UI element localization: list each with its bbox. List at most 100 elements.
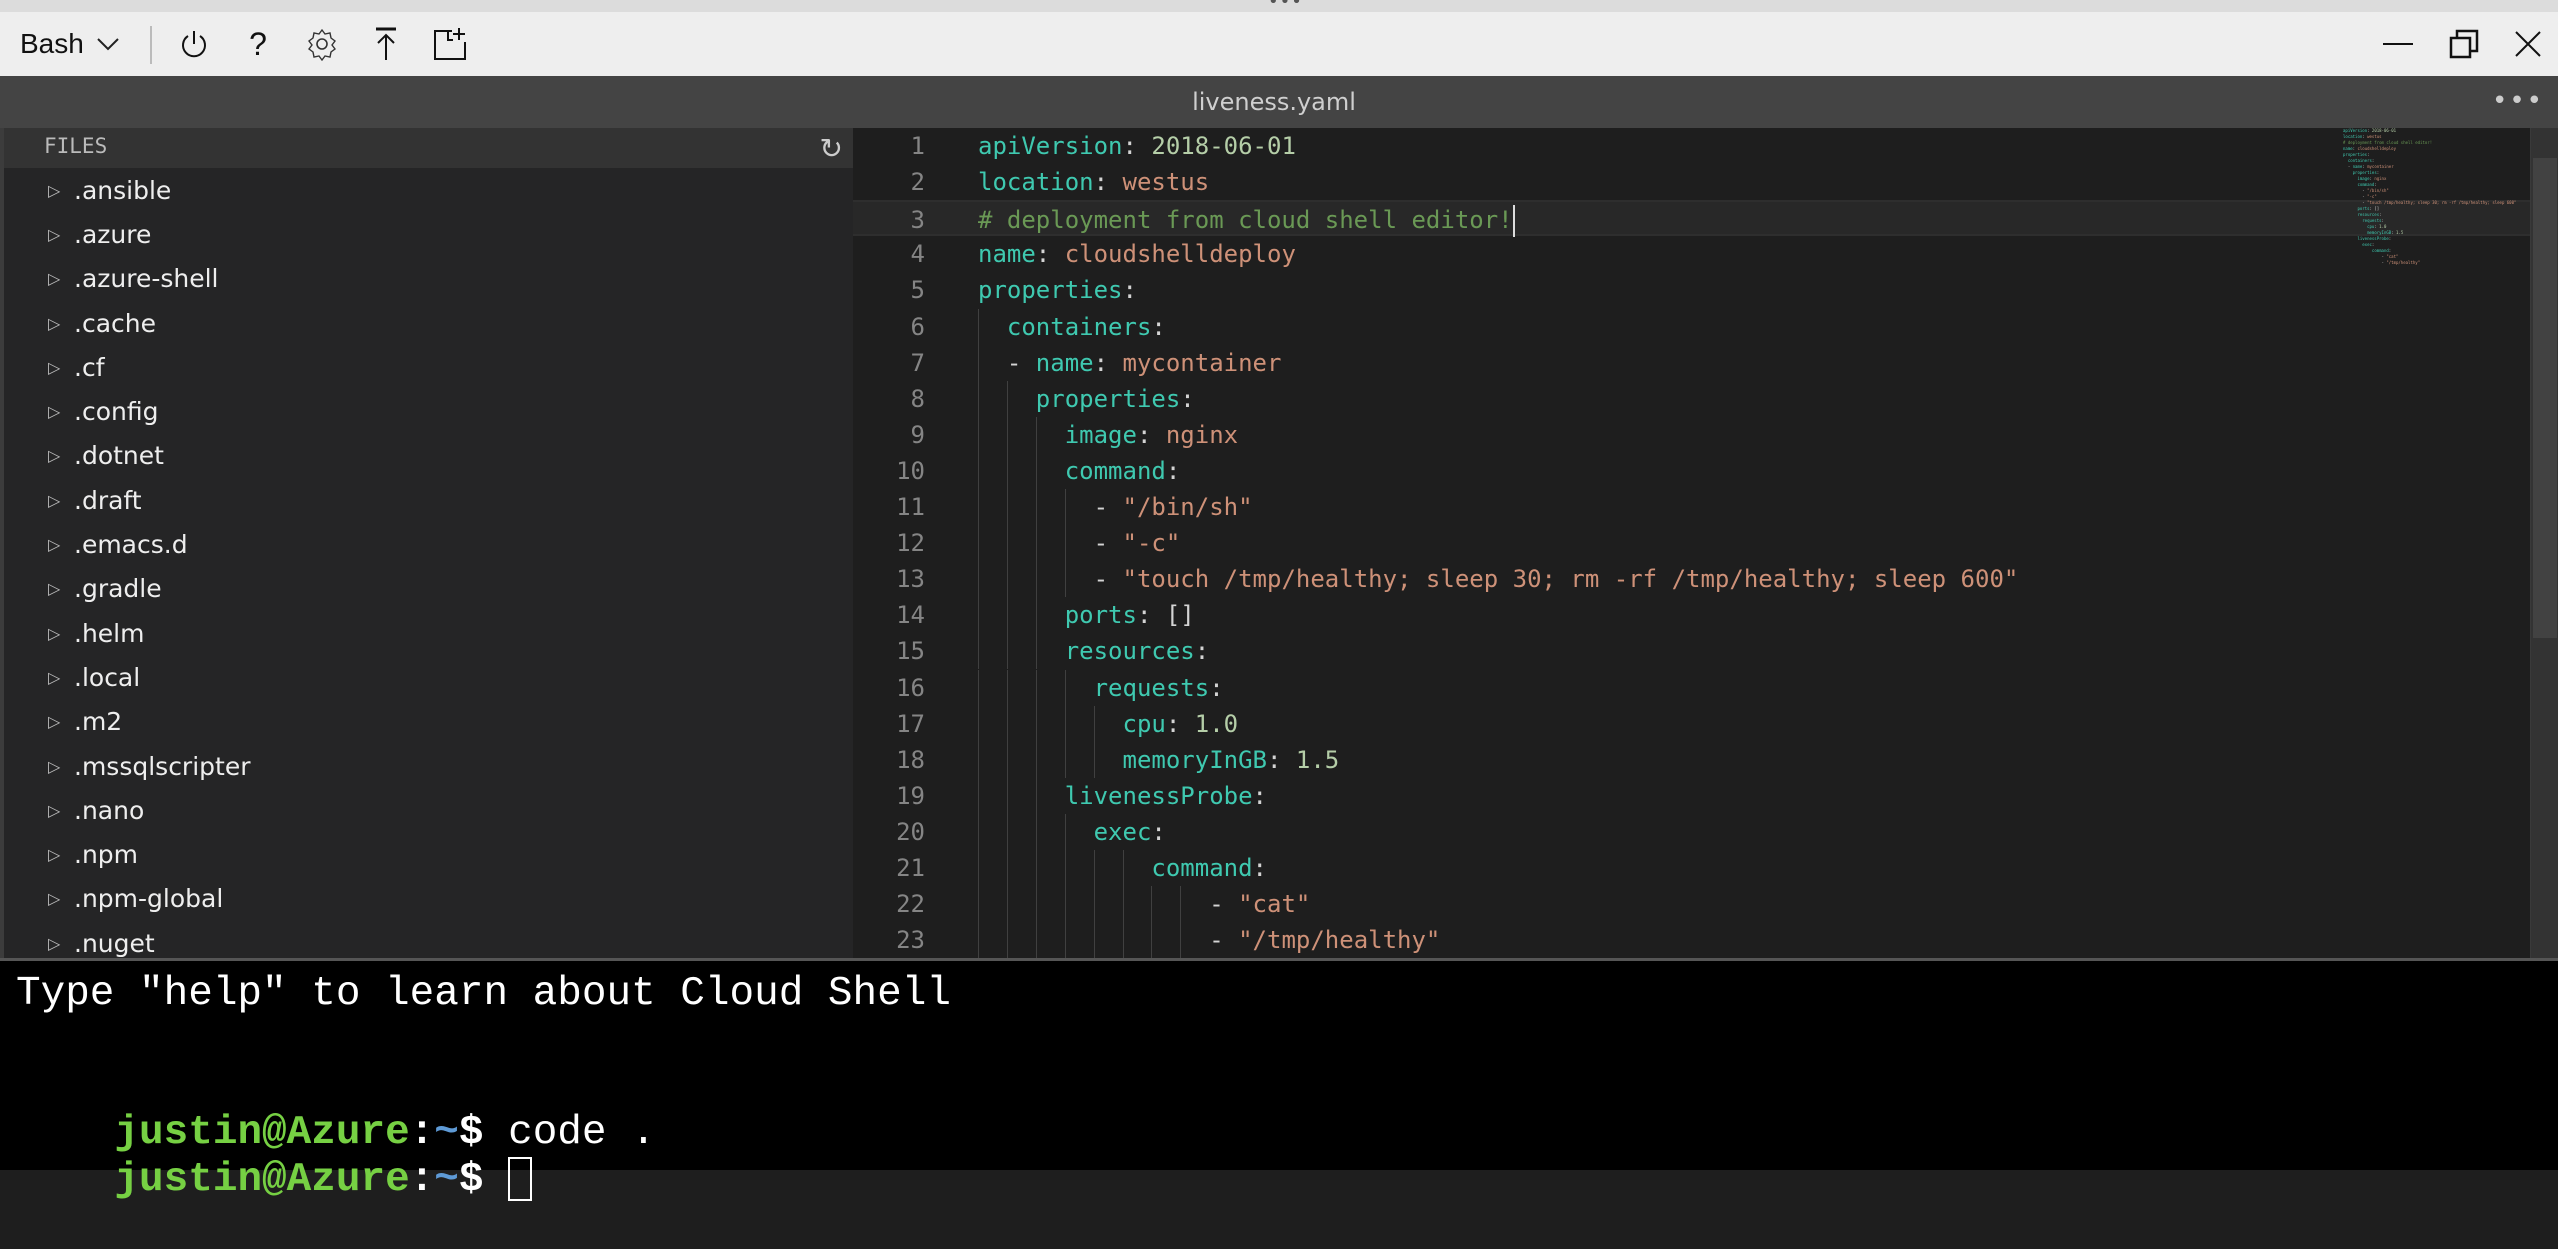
prompt-colon: : <box>409 1157 435 1203</box>
resize-grip[interactable]: ••• <box>0 0 2558 12</box>
expand-triangle-icon[interactable]: ▷ <box>48 624 70 643</box>
file-tree-item-label: .npm <box>74 840 139 870</box>
indent-guide <box>978 633 979 670</box>
indent-guide <box>1064 922 1066 958</box>
code-line: 3 # deployment from cloud shell editor! <box>853 200 2530 238</box>
file-tree-item-label: .draft <box>74 485 142 515</box>
expand-triangle-icon[interactable]: ▷ <box>48 358 70 377</box>
indent-guide <box>1064 669 1066 706</box>
toolbar-divider <box>150 26 152 64</box>
code-text: memoryInGB: 1.5 <box>978 742 1340 778</box>
indent-guide <box>1093 922 1095 958</box>
help-button[interactable]: ? <box>242 12 274 76</box>
expand-triangle-icon[interactable]: ▷ <box>48 712 70 731</box>
minimap[interactable]: apiVersion: 2018-06-01 location: westus # … <box>2343 128 2523 266</box>
code-token: - <box>978 348 1036 377</box>
file-tree-item[interactable]: ▷ .draft <box>4 478 853 522</box>
line-number: 3 <box>910 206 925 235</box>
file-tree-item[interactable]: ▷ .azure-shell <box>4 257 853 301</box>
file-tree-item[interactable]: ▷ .nano <box>4 788 853 832</box>
indent-guide <box>1093 886 1095 923</box>
indent-guide <box>1006 452 1008 489</box>
expand-triangle-icon[interactable]: ▷ <box>48 225 70 244</box>
line-number: 7 <box>910 348 925 377</box>
indent-guide <box>1064 561 1066 598</box>
file-tree-item[interactable]: ▷ .dotnet <box>4 434 853 478</box>
code-line: 12 - "-c" <box>853 525 2530 561</box>
line-number: 9 <box>910 420 925 449</box>
files-header-label: FILES <box>44 134 108 158</box>
file-tree-item[interactable]: ▷ .emacs.d <box>4 522 853 566</box>
file-tree-item[interactable]: ▷ .helm <box>4 611 853 655</box>
code-token: cpu <box>1122 709 1166 738</box>
file-tree-item[interactable]: ▷ .ansible <box>4 168 853 212</box>
expand-triangle-icon[interactable]: ▷ <box>48 801 70 820</box>
code-token: "touch /tmp/healthy; sleep 30; rm -rf /t… <box>1122 565 2019 594</box>
open-editor-button[interactable] <box>430 12 470 76</box>
expand-triangle-icon[interactable]: ▷ <box>48 934 70 953</box>
code-token: mycontainer <box>1122 348 1282 377</box>
terminal-prompt-active[interactable]: justin@Azure:~$ <box>16 1111 533 1249</box>
close-button[interactable] <box>2510 12 2546 76</box>
indent-guide <box>1035 886 1037 923</box>
minimize-button[interactable] <box>2380 12 2416 76</box>
shell-selector[interactable]: Bash <box>20 12 120 76</box>
more-options-icon[interactable]: ••• <box>2492 86 2544 116</box>
code-token: requests <box>1093 673 1210 702</box>
expand-triangle-icon[interactable]: ▷ <box>48 845 70 864</box>
file-tree-item-label: .npm-global <box>74 884 224 914</box>
cloud-shell-toolbar: Bash ? <box>0 12 2558 76</box>
code-editor[interactable]: 1 apiVersion: 2018-06-01 2 location: westus… <box>853 128 2530 958</box>
code-line: 17 cpu: 1.0 <box>853 706 2530 742</box>
code-token: : <box>1122 132 1152 160</box>
expand-triangle-icon[interactable]: ▷ <box>48 269 70 288</box>
expand-triangle-icon[interactable]: ▷ <box>48 757 70 776</box>
code-line: 16 requests: <box>853 670 2530 706</box>
line-number: 11 <box>896 493 925 521</box>
expand-triangle-icon[interactable]: ▷ <box>48 402 70 421</box>
file-tree-item[interactable]: ▷ .cf <box>4 345 853 389</box>
line-number: 22 <box>896 890 925 919</box>
expand-triangle-icon[interactable]: ▷ <box>48 535 70 554</box>
terminal[interactable]: Type "help" to learn about Cloud Shell j… <box>0 958 2558 1203</box>
file-tree-item-label: .cf <box>74 352 105 382</box>
restart-button[interactable] <box>176 12 212 76</box>
code-token: : <box>1194 637 1210 666</box>
expand-triangle-icon[interactable]: ▷ <box>48 491 70 510</box>
grip-dots-icon[interactable]: ••• <box>1268 0 1303 12</box>
scrollbar-thumb[interactable] <box>2533 158 2557 638</box>
refresh-icon[interactable]: ↻ <box>820 132 843 165</box>
expand-triangle-icon[interactable]: ▷ <box>48 446 70 465</box>
expand-triangle-icon[interactable]: ▷ <box>48 314 70 333</box>
file-list: ▷ .ansible ▷ .azure ▷ .azure-shell ▷ .cache ▷ .cf… <box>4 168 853 965</box>
file-tree-item[interactable]: ▷ .gradle <box>4 567 853 611</box>
prompt-dollar: $ <box>458 1157 484 1203</box>
restore-button[interactable] <box>2446 12 2482 76</box>
upload-download-button[interactable] <box>368 12 404 76</box>
expand-triangle-icon[interactable]: ▷ <box>48 181 70 200</box>
file-tree-item[interactable]: ▷ .npm-global <box>4 877 853 921</box>
file-tree-item[interactable]: ▷ .azure <box>4 212 853 256</box>
file-tree-item[interactable]: ▷ .config <box>4 389 853 433</box>
file-tree-item[interactable]: ▷ .m2 <box>4 700 853 744</box>
expand-triangle-icon[interactable]: ▷ <box>48 889 70 908</box>
indent-guide <box>978 525 979 562</box>
expand-triangle-icon[interactable]: ▷ <box>48 668 70 687</box>
code-token: - <box>978 493 1123 521</box>
indent-guide <box>1035 489 1037 525</box>
file-tree-item[interactable]: ▷ .mssqlscripter <box>4 744 853 788</box>
code-token: livenessProbe <box>1064 781 1253 810</box>
indent-guide <box>1122 886 1124 923</box>
code-text: requests: <box>978 670 1224 706</box>
indent-guide <box>1035 813 1037 850</box>
editor-scrollbar[interactable] <box>2530 128 2558 958</box>
settings-button[interactable] <box>303 12 341 76</box>
file-tree-item-label: .nuget <box>74 928 155 958</box>
file-tree-item[interactable]: ▷ .npm <box>4 832 853 876</box>
indent-guide <box>978 669 979 706</box>
file-tree-item[interactable]: ▷ .cache <box>4 301 853 345</box>
file-tree-item[interactable]: ▷ .local <box>4 655 853 699</box>
indent-guide <box>1151 886 1153 923</box>
expand-triangle-icon[interactable]: ▷ <box>48 579 70 598</box>
